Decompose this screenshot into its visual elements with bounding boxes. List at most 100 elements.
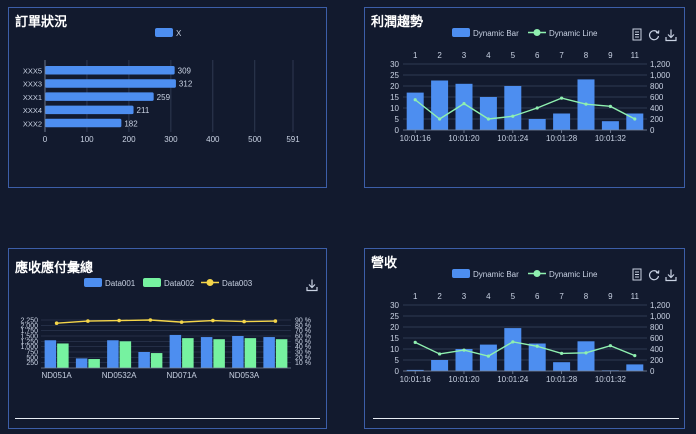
line-point (148, 318, 153, 322)
bar-data001 (200, 337, 213, 368)
bar (504, 86, 522, 130)
line-point (179, 320, 184, 324)
left-tick-label: 25 (390, 71, 399, 80)
bar-data002 (88, 359, 100, 368)
line-point (438, 117, 442, 121)
right-tick-label: 1,000 (650, 312, 671, 321)
legend-label-data001: Data001 (105, 279, 136, 288)
refresh-icon[interactable] (647, 268, 661, 282)
top-category-label: 7 (559, 51, 564, 60)
bar (455, 349, 473, 371)
legend-swatch-x (155, 28, 173, 37)
bar-data002 (244, 338, 257, 368)
bar (45, 66, 175, 75)
right-tick-label: 1,000 (650, 71, 671, 80)
x-bottom-label: 10:01:24 (497, 375, 529, 384)
divider-line (15, 418, 320, 419)
data-label: 312 (179, 80, 193, 89)
bar-data001 (107, 340, 119, 368)
x-category-label: ND053A (229, 371, 260, 380)
bar (626, 364, 644, 371)
legend-label-x: X (176, 29, 182, 38)
x-tick-label: 300 (164, 135, 178, 144)
y-category-label: XXX5 (23, 67, 42, 76)
bar-data001 (169, 334, 182, 368)
x-tick-label: 400 (206, 135, 220, 144)
legend-label-data003: Data003 (222, 279, 253, 288)
right-tick-label: 0 (650, 126, 655, 135)
line-point (633, 117, 637, 121)
top-category-label: 11 (631, 292, 640, 301)
right-tick-label: 1,200 (650, 301, 671, 310)
left-tick-label: 30 (390, 301, 399, 310)
refresh-icon[interactable] (647, 28, 661, 42)
right-tick-label: 400 (650, 104, 664, 113)
left-tick-label: 30 (390, 60, 399, 69)
y-category-label: XXX2 (23, 119, 42, 128)
data-label: 309 (178, 67, 192, 76)
line-point (511, 340, 515, 344)
left-tick-label: 5 (395, 115, 400, 124)
line-point (462, 348, 466, 352)
right-tick-label: 0 (650, 367, 655, 376)
bar (431, 80, 449, 130)
line-point (438, 352, 442, 356)
legend-swatch-bar (452, 28, 470, 37)
line-point (608, 104, 612, 108)
line-point (560, 351, 564, 355)
line-point (242, 319, 246, 324)
x-category-label: ND071A (167, 371, 198, 380)
download-icon[interactable] (664, 268, 678, 282)
bar-data002 (182, 338, 194, 368)
line-point (486, 117, 490, 121)
left-tick-label: 25 (390, 312, 399, 321)
right-tick-label: 90 % (295, 318, 311, 325)
divider-line (373, 418, 679, 419)
legend-swatch-data001 (84, 278, 102, 287)
top-category-label: 5 (511, 292, 516, 301)
line-point (608, 344, 612, 348)
bar (479, 344, 497, 371)
x-tick-label: 100 (80, 135, 94, 144)
x-bottom-label: 10:01:32 (595, 134, 627, 143)
bar-data001 (44, 340, 57, 368)
line-point (535, 106, 539, 110)
top-category-label: 6 (535, 292, 540, 301)
x-bottom-label: 10:01:20 (448, 375, 480, 384)
document-icon[interactable] (630, 28, 644, 42)
top-category-label: 6 (535, 51, 540, 60)
bar-data001 (263, 337, 275, 368)
x-bottom-label: 10:01:28 (546, 134, 578, 143)
legend-label-bar: Dynamic Bar (473, 29, 519, 38)
top-category-label: 3 (462, 292, 467, 301)
bar (431, 360, 449, 371)
bar-data002 (213, 339, 225, 368)
top-category-label: 1 (413, 51, 418, 60)
line-point (117, 318, 121, 323)
top-category-label: 5 (511, 51, 516, 60)
bar-data001 (75, 358, 88, 368)
document-icon[interactable] (630, 268, 644, 282)
data-label: 182 (124, 119, 138, 128)
x-bottom-label: 10:01:20 (448, 134, 480, 143)
line-point (633, 354, 637, 358)
bar-data001 (232, 336, 244, 368)
bar (45, 92, 154, 101)
right-tick-label: 800 (650, 323, 664, 332)
bar (504, 328, 522, 371)
download-icon[interactable] (664, 28, 678, 42)
revenue-panel: 營收 Dynamic Bar Dynamic Line 0 5 10 15 20 25 30 0 2… (364, 248, 685, 429)
bar-data001 (138, 352, 150, 368)
x-tick-label: 500 (248, 135, 262, 144)
top-category-label: 2 (437, 51, 442, 60)
orders-panel: 訂單狀況 X 0 100 200 300 400 500 591 XXX5 309 XXX3 312 X… (8, 7, 327, 188)
download-icon[interactable] (305, 278, 319, 292)
left-tick-label: 10 (390, 104, 399, 113)
legend-swatch-bar (452, 269, 470, 278)
top-category-label: 9 (608, 292, 613, 301)
legend-marker-line (533, 29, 541, 36)
legend-swatch-data002 (143, 278, 161, 287)
x-bottom-label: 10:01:24 (497, 134, 529, 143)
line-point (535, 344, 539, 348)
legend-label-line: Dynamic Line (549, 29, 598, 38)
